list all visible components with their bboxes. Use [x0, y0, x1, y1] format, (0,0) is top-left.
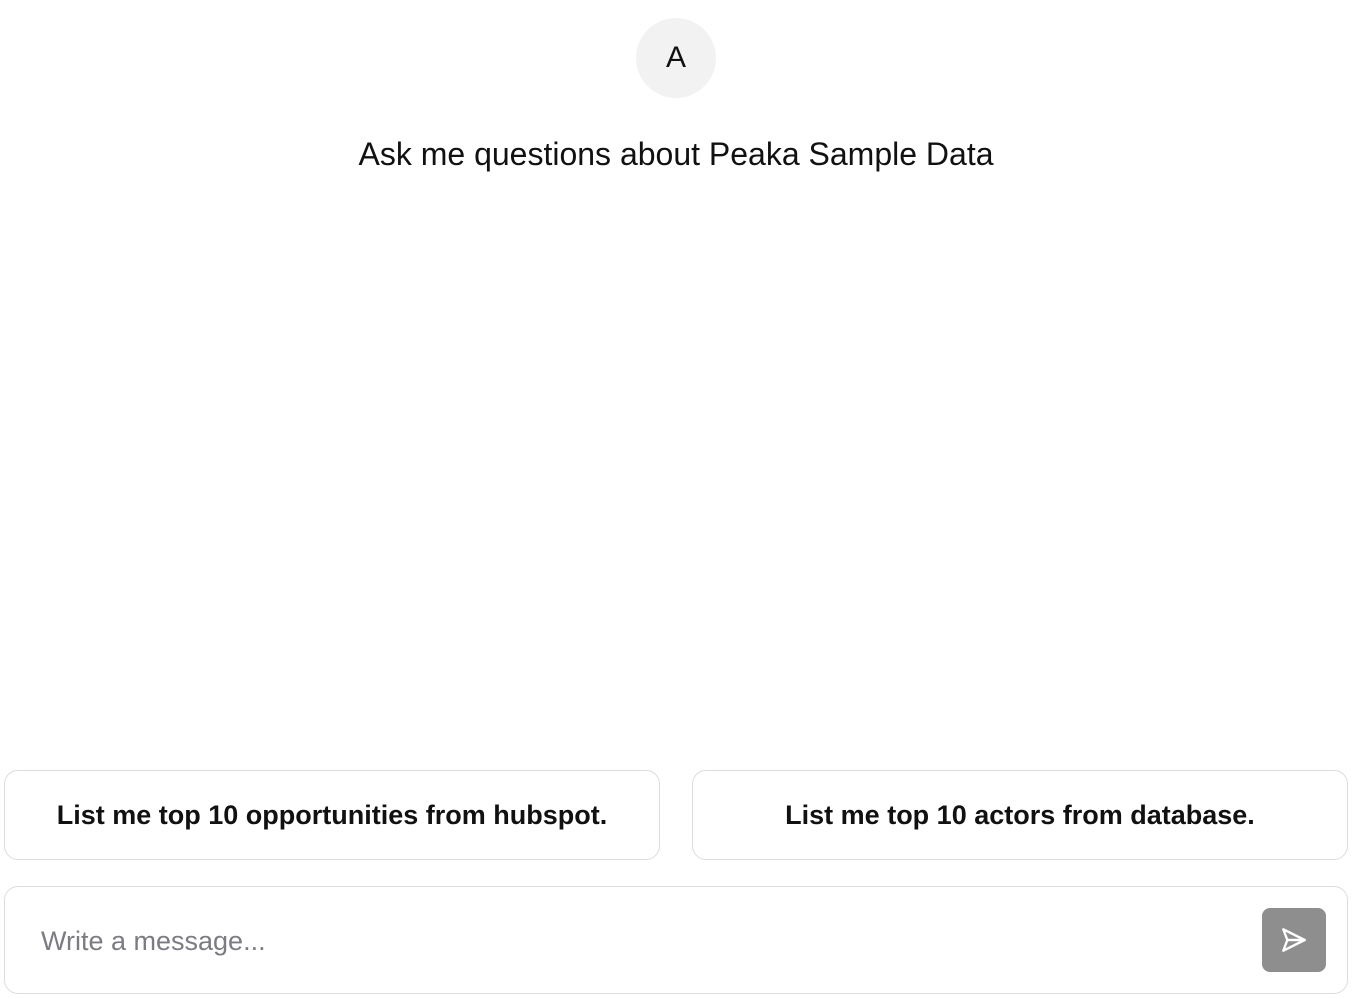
- send-icon: [1282, 928, 1306, 952]
- message-input[interactable]: [41, 917, 1221, 965]
- suggestion-hubspot-opportunities[interactable]: List me top 10 opportunities from hubspo…: [4, 770, 660, 860]
- message-composer: [4, 886, 1348, 994]
- assistant-avatar: A: [636, 18, 716, 98]
- suggestion-label: List me top 10 opportunities from hubspo…: [56, 799, 608, 830]
- suggested-prompts: List me top 10 opportunities from hubspo…: [4, 770, 1348, 862]
- avatar-initial: A: [665, 41, 686, 74]
- chat-page: A Ask me questions about Peaka Sample Da…: [0, 0, 1352, 999]
- send-button[interactable]: [1262, 908, 1326, 972]
- welcome-message: Ask me questions about Peaka Sample Data: [358, 136, 994, 172]
- suggestion-label: List me top 10 actors from database.: [785, 799, 1255, 830]
- suggestion-database-actors[interactable]: List me top 10 actors from database.: [692, 770, 1348, 860]
